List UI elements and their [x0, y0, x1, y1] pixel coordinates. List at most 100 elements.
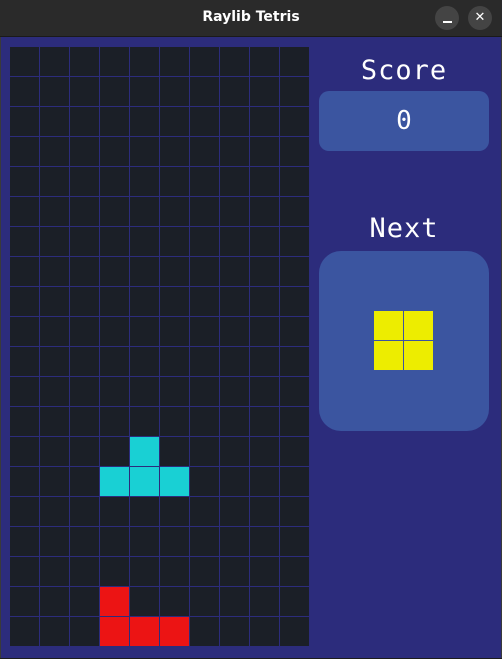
empty-cell — [190, 197, 219, 226]
minimize-icon — [443, 21, 452, 23]
empty-cell — [70, 77, 99, 106]
empty-cell — [250, 467, 279, 496]
empty-cell — [190, 617, 219, 646]
empty-cell — [190, 407, 219, 436]
empty-cell — [10, 587, 39, 616]
empty-cell — [280, 497, 309, 526]
score-label: Score — [360, 55, 448, 86]
empty-cell — [190, 257, 219, 286]
empty-cell — [190, 107, 219, 136]
empty-cell — [280, 467, 309, 496]
empty-cell — [220, 347, 249, 376]
empty-cell — [160, 587, 189, 616]
empty-cell — [250, 377, 279, 406]
empty-cell — [10, 107, 39, 136]
empty-cell — [130, 197, 159, 226]
empty-cell — [220, 137, 249, 166]
empty-cell — [40, 167, 69, 196]
empty-cell — [220, 617, 249, 646]
empty-cell — [280, 557, 309, 586]
empty-cell — [220, 557, 249, 586]
empty-cell — [220, 437, 249, 466]
empty-cell — [40, 107, 69, 136]
next-piece-cell — [374, 311, 403, 340]
empty-cell — [280, 77, 309, 106]
empty-cell — [100, 77, 129, 106]
title-bar[interactable]: Raylib Tetris ✕ — [0, 0, 502, 37]
empty-cell — [70, 227, 99, 256]
filled-cell-cyan — [160, 467, 189, 496]
empty-cell — [220, 587, 249, 616]
empty-cell — [220, 257, 249, 286]
empty-cell — [220, 407, 249, 436]
empty-cell — [220, 77, 249, 106]
empty-cell — [190, 137, 219, 166]
empty-cell — [130, 287, 159, 316]
empty-cell — [250, 137, 279, 166]
window-title: Raylib Tetris — [202, 9, 300, 25]
empty-cell — [220, 167, 249, 196]
close-icon: ✕ — [474, 10, 486, 25]
empty-cell — [250, 167, 279, 196]
empty-cell — [190, 587, 219, 616]
empty-cell — [250, 407, 279, 436]
empty-cell — [160, 497, 189, 526]
empty-cell — [130, 137, 159, 166]
empty-cell — [280, 167, 309, 196]
empty-cell — [280, 137, 309, 166]
empty-cell — [220, 377, 249, 406]
empty-cell — [190, 377, 219, 406]
empty-cell — [190, 347, 219, 376]
empty-cell — [250, 257, 279, 286]
empty-cell — [250, 107, 279, 136]
empty-cell — [190, 227, 219, 256]
next-piece-cell — [404, 341, 433, 370]
empty-cell — [280, 407, 309, 436]
empty-cell — [40, 227, 69, 256]
empty-cell — [10, 527, 39, 556]
empty-cell — [40, 287, 69, 316]
minimize-button[interactable] — [435, 6, 459, 30]
empty-cell — [10, 167, 39, 196]
empty-cell — [10, 467, 39, 496]
empty-cell — [100, 287, 129, 316]
empty-cell — [160, 557, 189, 586]
empty-cell — [160, 137, 189, 166]
filled-cell-cyan — [130, 467, 159, 496]
empty-cell — [190, 527, 219, 556]
empty-cell — [70, 317, 99, 346]
close-button[interactable]: ✕ — [468, 6, 492, 30]
empty-cell — [10, 377, 39, 406]
empty-cell — [100, 527, 129, 556]
empty-cell — [100, 257, 129, 286]
empty-cell — [160, 377, 189, 406]
next-piece-cell — [404, 311, 433, 340]
empty-cell — [10, 227, 39, 256]
empty-cell — [10, 137, 39, 166]
empty-cell — [250, 227, 279, 256]
empty-cell — [280, 527, 309, 556]
empty-cell — [190, 467, 219, 496]
empty-cell — [40, 257, 69, 286]
empty-cell — [250, 437, 279, 466]
filled-cell-red — [160, 617, 189, 646]
filled-cell-red — [100, 587, 129, 616]
empty-cell — [70, 347, 99, 376]
empty-cell — [280, 107, 309, 136]
empty-cell — [100, 197, 129, 226]
empty-cell — [40, 407, 69, 436]
empty-cell — [160, 527, 189, 556]
score-value: 0 — [319, 91, 489, 151]
empty-cell — [190, 317, 219, 346]
empty-cell — [10, 407, 39, 436]
empty-cell — [220, 107, 249, 136]
empty-cell — [40, 197, 69, 226]
empty-cell — [70, 617, 99, 646]
empty-cell — [160, 227, 189, 256]
empty-cell — [10, 317, 39, 346]
empty-cell — [250, 557, 279, 586]
empty-cell — [280, 617, 309, 646]
empty-cell — [220, 287, 249, 316]
empty-cell — [220, 527, 249, 556]
empty-cell — [100, 47, 129, 76]
